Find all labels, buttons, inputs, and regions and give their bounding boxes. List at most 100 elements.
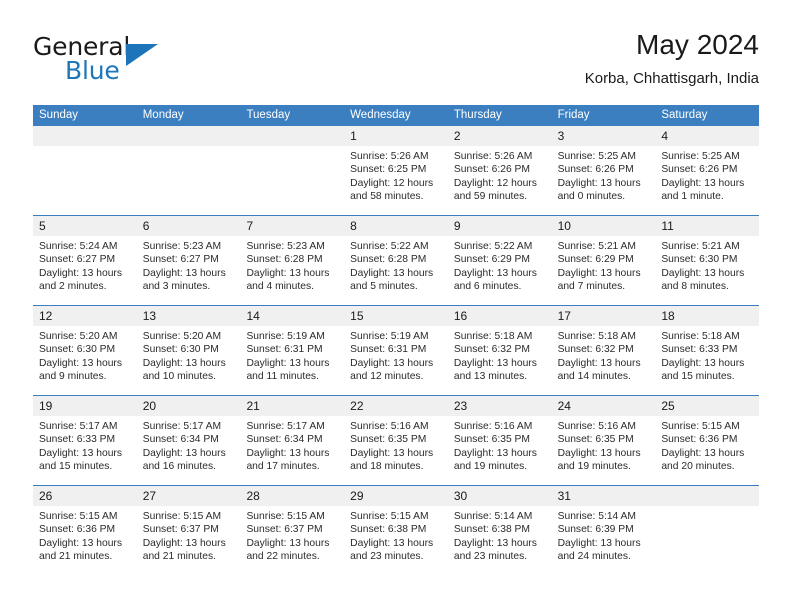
day-details: Sunrise: 5:15 AM Sunset: 6:37 PM Dayligh…	[240, 506, 344, 564]
calendar-day-cell-26[interactable]: 26 Sunrise: 5:15 AM Sunset: 6:36 PM Dayl…	[33, 486, 137, 575]
brand-logo[interactable]: General Blue	[33, 32, 263, 94]
sunset-text: Sunset: 6:33 PM	[39, 434, 116, 446]
day-number-band: 30	[447, 486, 552, 506]
calendar-weeks: 1 Sunrise: 5:26 AM Sunset: 6:25 PM Dayli…	[33, 126, 760, 575]
daylight-text-line1: Daylight: 13 hours	[453, 267, 537, 279]
sunrise-text: Sunrise: 5:18 AM	[557, 331, 637, 342]
day-number: 19	[39, 399, 53, 413]
calendar-day-cell-15[interactable]: 15 Sunrise: 5:19 AM Sunset: 6:31 PM Dayl…	[344, 306, 448, 395]
daylight-text-line2: and 2 minutes.	[39, 281, 107, 293]
daylight-text-line1: Daylight: 13 hours	[350, 357, 434, 369]
day-details: Sunrise: 5:25 AM Sunset: 6:26 PM Dayligh…	[655, 146, 759, 204]
calendar-day-cell-21[interactable]: 21 Sunrise: 5:17 AM Sunset: 6:34 PM Dayl…	[240, 396, 345, 485]
day-details: Sunrise: 5:26 AM Sunset: 6:25 PM Dayligh…	[344, 146, 448, 204]
day-number-band: 11	[655, 216, 760, 236]
calendar-week-row: 1 Sunrise: 5:26 AM Sunset: 6:25 PM Dayli…	[33, 126, 760, 215]
daylight-text-line2: and 18 minutes.	[350, 461, 424, 473]
sunrise-text: Sunrise: 5:24 AM	[39, 241, 118, 252]
daylight-text-line2: and 8 minutes.	[661, 281, 729, 293]
sunrise-text: Sunrise: 5:21 AM	[661, 241, 740, 252]
calendar-grid: Sunday Monday Tuesday Wednesday Thursday…	[33, 105, 760, 575]
calendar-day-cell-3[interactable]: 3 Sunrise: 5:25 AM Sunset: 6:26 PM Dayli…	[551, 126, 656, 215]
calendar-day-cell-27[interactable]: 27 Sunrise: 5:15 AM Sunset: 6:37 PM Dayl…	[136, 486, 241, 575]
day-details: Sunrise: 5:15 AM Sunset: 6:36 PM Dayligh…	[33, 506, 137, 564]
calendar-day-cell-29[interactable]: 29 Sunrise: 5:15 AM Sunset: 6:38 PM Dayl…	[344, 486, 448, 575]
brand-name-blue: Blue	[65, 56, 120, 85]
weekday-header-thursday: Thursday	[453, 109, 502, 121]
calendar-day-cell-10[interactable]: 10 Sunrise: 5:21 AM Sunset: 6:29 PM Dayl…	[551, 216, 656, 305]
day-details: Sunrise: 5:20 AM Sunset: 6:30 PM Dayligh…	[137, 326, 241, 384]
day-number: 7	[246, 219, 254, 233]
calendar-day-cell-11[interactable]: 11 Sunrise: 5:21 AM Sunset: 6:30 PM Dayl…	[655, 216, 760, 305]
calendar-day-cell-16[interactable]: 16 Sunrise: 5:18 AM Sunset: 6:32 PM Dayl…	[447, 306, 552, 395]
calendar-day-cell-1[interactable]: 1 Sunrise: 5:26 AM Sunset: 6:25 PM Dayli…	[344, 126, 448, 215]
sunset-text: Sunset: 6:27 PM	[39, 254, 116, 266]
sunrise-text: Sunrise: 5:15 AM	[350, 511, 429, 522]
calendar-page: General Blue May 2024 Korba, Chhattisgar…	[0, 0, 792, 612]
day-number: 20	[142, 399, 157, 413]
sunrise-text: Sunrise: 5:15 AM	[661, 421, 740, 432]
day-number-band: 9	[447, 216, 552, 236]
daylight-text-line2: and 4 minutes.	[246, 281, 314, 293]
calendar-day-cell-28[interactable]: 28 Sunrise: 5:15 AM Sunset: 6:37 PM Dayl…	[240, 486, 345, 575]
sunrise-text: Sunrise: 5:25 AM	[557, 151, 637, 162]
daylight-text-line1: Daylight: 13 hours	[453, 447, 537, 459]
calendar-day-cell-30[interactable]: 30 Sunrise: 5:14 AM Sunset: 6:38 PM Dayl…	[447, 486, 552, 575]
sunset-text: Sunset: 6:29 PM	[453, 254, 531, 266]
calendar-day-cell-20[interactable]: 20 Sunrise: 5:17 AM Sunset: 6:34 PM Dayl…	[136, 396, 241, 485]
day-number-band	[136, 126, 241, 146]
day-number: 8	[350, 219, 357, 233]
calendar-day-cell-5[interactable]: 5 Sunrise: 5:24 AM Sunset: 6:27 PM Dayli…	[33, 216, 137, 305]
calendar-day-cell-25[interactable]: 25 Sunrise: 5:15 AM Sunset: 6:36 PM Dayl…	[655, 396, 760, 485]
sunrise-text: Sunrise: 5:15 AM	[142, 511, 222, 522]
daylight-text-line2: and 15 minutes.	[39, 461, 113, 473]
calendar-day-cell-2[interactable]: 2 Sunrise: 5:26 AM Sunset: 6:26 PM Dayli…	[447, 126, 552, 215]
calendar-day-cell-24[interactable]: 24 Sunrise: 5:16 AM Sunset: 6:35 PM Dayl…	[551, 396, 656, 485]
day-number-band: 22	[344, 396, 448, 416]
daylight-text-line1: Daylight: 13 hours	[661, 267, 745, 279]
calendar-day-cell-18[interactable]: 18 Sunrise: 5:18 AM Sunset: 6:33 PM Dayl…	[655, 306, 760, 395]
day-number-band: 24	[551, 396, 656, 416]
calendar-day-cell-8[interactable]: 8 Sunrise: 5:22 AM Sunset: 6:28 PM Dayli…	[344, 216, 448, 305]
day-number: 6	[142, 219, 150, 233]
calendar-day-cell-13[interactable]: 13 Sunrise: 5:20 AM Sunset: 6:30 PM Dayl…	[136, 306, 241, 395]
sunset-text: Sunset: 6:34 PM	[142, 434, 219, 446]
page-title: May 2024	[636, 29, 759, 60]
calendar-day-cell-6[interactable]: 6 Sunrise: 5:23 AM Sunset: 6:27 PM Dayli…	[136, 216, 241, 305]
calendar-day-cell-22[interactable]: 22 Sunrise: 5:16 AM Sunset: 6:35 PM Dayl…	[344, 396, 448, 485]
calendar-day-cell-17[interactable]: 17 Sunrise: 5:18 AM Sunset: 6:32 PM Dayl…	[551, 306, 656, 395]
calendar-day-cell-12[interactable]: 12 Sunrise: 5:20 AM Sunset: 6:30 PM Dayl…	[33, 306, 137, 395]
day-number-band: 23	[447, 396, 552, 416]
calendar-day-cell-23[interactable]: 23 Sunrise: 5:16 AM Sunset: 6:35 PM Dayl…	[447, 396, 552, 485]
day-details: Sunrise: 5:15 AM Sunset: 6:37 PM Dayligh…	[137, 506, 241, 564]
daylight-text-line2: and 15 minutes.	[661, 371, 735, 383]
day-details: Sunrise: 5:16 AM Sunset: 6:35 PM Dayligh…	[448, 416, 552, 474]
sunset-text: Sunset: 6:38 PM	[350, 524, 427, 536]
daylight-text-line1: Daylight: 13 hours	[246, 267, 330, 279]
calendar-day-cell-7[interactable]: 7 Sunrise: 5:23 AM Sunset: 6:28 PM Dayli…	[240, 216, 345, 305]
day-details: Sunrise: 5:18 AM Sunset: 6:32 PM Dayligh…	[448, 326, 552, 384]
sunset-text: Sunset: 6:27 PM	[142, 254, 219, 266]
sunrise-text: Sunrise: 5:17 AM	[39, 421, 118, 432]
daylight-text-line1: Daylight: 13 hours	[350, 267, 434, 279]
daylight-text-line2: and 10 minutes.	[142, 371, 216, 383]
weekday-header-row: Sunday Monday Tuesday Wednesday Thursday…	[33, 105, 759, 126]
daylight-text-line1: Daylight: 13 hours	[661, 447, 745, 459]
sunrise-text: Sunrise: 5:26 AM	[453, 151, 533, 162]
sunrise-text: Sunrise: 5:21 AM	[557, 241, 637, 252]
calendar-day-cell-31[interactable]: 31 Sunrise: 5:14 AM Sunset: 6:39 PM Dayl…	[551, 486, 656, 575]
calendar-day-cell-9[interactable]: 9 Sunrise: 5:22 AM Sunset: 6:29 PM Dayli…	[447, 216, 552, 305]
daylight-text-line1: Daylight: 12 hours	[453, 177, 537, 189]
calendar-day-cell-4[interactable]: 4 Sunrise: 5:25 AM Sunset: 6:26 PM Dayli…	[655, 126, 760, 215]
daylight-text-line1: Daylight: 13 hours	[350, 447, 434, 459]
day-number: 13	[142, 309, 157, 323]
day-details: Sunrise: 5:18 AM Sunset: 6:33 PM Dayligh…	[655, 326, 759, 384]
day-details: Sunrise: 5:16 AM Sunset: 6:35 PM Dayligh…	[344, 416, 448, 474]
day-details: Sunrise: 5:20 AM Sunset: 6:30 PM Dayligh…	[33, 326, 137, 384]
calendar-day-cell-19[interactable]: 19 Sunrise: 5:17 AM Sunset: 6:33 PM Dayl…	[33, 396, 137, 485]
calendar-day-cell-14[interactable]: 14 Sunrise: 5:19 AM Sunset: 6:31 PM Dayl…	[240, 306, 345, 395]
sunrise-text: Sunrise: 5:16 AM	[557, 421, 637, 432]
sunset-text: Sunset: 6:35 PM	[350, 434, 427, 446]
weekday-header-saturday: Saturday	[661, 109, 708, 121]
sunset-text: Sunset: 6:39 PM	[557, 524, 634, 536]
